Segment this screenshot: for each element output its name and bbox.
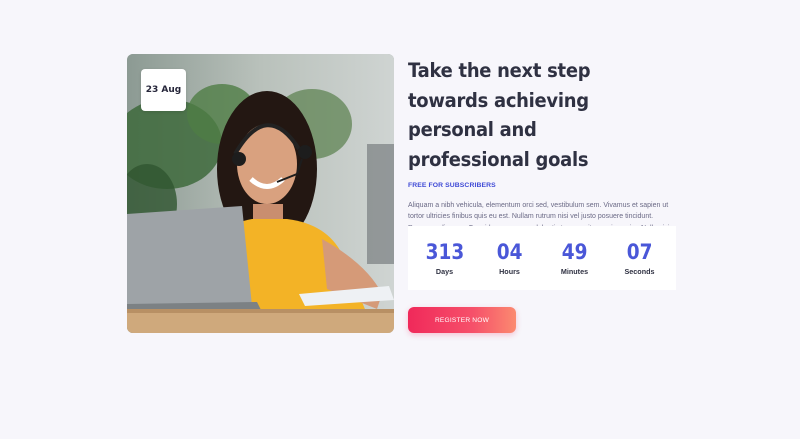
countdown-days: 313 Days — [415, 240, 475, 276]
hero-content: Take the next step towards achieving per… — [408, 56, 672, 245]
subscriber-tagline: FREE FOR SUBSCRIBERS — [408, 182, 496, 189]
countdown-seconds-label: Seconds — [624, 267, 655, 276]
date-badge: 23 Aug — [141, 69, 186, 111]
countdown-days-value: 313 — [425, 240, 464, 264]
countdown-hours-value: 04 — [496, 240, 523, 264]
event-image: 23 Aug — [127, 54, 394, 333]
countdown-timer: 313 Days 04 Hours 49 Minutes 07 Seconds — [408, 226, 676, 290]
countdown-hours-label: Hours — [499, 267, 520, 276]
countdown-hours: 04 Hours — [480, 240, 540, 276]
countdown-minutes-label: Minutes — [560, 267, 589, 276]
countdown-seconds: 07 Seconds — [610, 240, 670, 276]
countdown-minutes-value: 49 — [561, 240, 588, 264]
register-now-button[interactable]: REGISTER NOW — [408, 307, 516, 333]
page-title: Take the next step towards achieving per… — [408, 59, 591, 171]
countdown-seconds-value: 07 — [626, 240, 653, 264]
countdown-minutes: 49 Minutes — [545, 240, 605, 276]
countdown-days-label: Days — [435, 267, 454, 276]
